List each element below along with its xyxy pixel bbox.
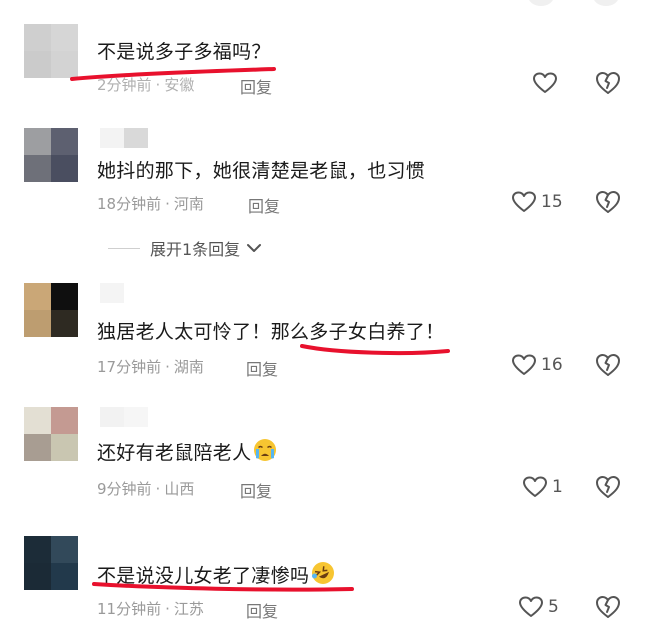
avatar-mosaic-block bbox=[24, 407, 51, 434]
expand-replies-label: 展开1条回复 bbox=[150, 240, 241, 259]
avatar[interactable] bbox=[24, 536, 78, 590]
heart-outline-icon bbox=[533, 72, 557, 93]
comment-text-content: 还好有老鼠陪老人 bbox=[97, 442, 252, 464]
like-count: 1 bbox=[552, 477, 563, 497]
broken-heart-icon bbox=[596, 354, 620, 376]
avatar-mosaic-block bbox=[24, 310, 51, 337]
mosaic-block bbox=[100, 128, 124, 148]
avatar-mosaic-block bbox=[24, 51, 51, 78]
comment-time: 18分钟前 bbox=[97, 195, 162, 213]
meta-separator: · bbox=[165, 358, 170, 376]
comment-time: 17分钟前 bbox=[97, 358, 162, 376]
reply-button[interactable]: 回复 bbox=[240, 74, 272, 98]
heart-outline-icon bbox=[519, 596, 543, 617]
avatar-mosaic-block bbox=[51, 51, 78, 78]
meta-separator: · bbox=[165, 195, 170, 213]
comment-text-part-highlighted: 那么多子女白养了！ bbox=[270, 321, 445, 343]
avatar[interactable] bbox=[24, 24, 78, 78]
comment-meta: 18分钟前 · 河南 bbox=[97, 193, 204, 214]
like-button[interactable] bbox=[532, 70, 562, 96]
avatar-mosaic-block bbox=[51, 155, 78, 182]
avatar-mosaic-block bbox=[51, 128, 78, 155]
broken-heart-icon bbox=[596, 596, 620, 618]
username-mosaic bbox=[100, 407, 148, 427]
reply-button[interactable]: 回复 bbox=[246, 598, 278, 622]
avatar-mosaic-block bbox=[24, 536, 51, 563]
comment-text: 她抖的那下，她很清楚是老鼠，也习惯 bbox=[97, 160, 426, 182]
comment-location: 山西 bbox=[164, 480, 195, 498]
comment-time: 2分钟前 bbox=[97, 76, 152, 94]
broken-heart-icon bbox=[596, 191, 620, 213]
avatar[interactable] bbox=[24, 283, 78, 337]
like-count: 5 bbox=[548, 597, 559, 617]
broken-heart-icon bbox=[596, 476, 620, 498]
avatar-mosaic-block bbox=[51, 407, 78, 434]
avatar-mosaic-block bbox=[51, 310, 78, 337]
avatar-mosaic-block bbox=[24, 24, 51, 51]
avatar-mosaic-block bbox=[51, 434, 78, 461]
like-count: 16 bbox=[541, 355, 563, 375]
avatar-mosaic-block bbox=[24, 155, 51, 182]
mosaic-block bbox=[124, 407, 148, 427]
comment-time: 9分钟前 bbox=[97, 480, 152, 498]
comment-meta: 2分钟前 · 安徽 bbox=[97, 74, 194, 95]
comment-text: 不是说没儿女老了凄惨吗 bbox=[97, 561, 335, 588]
avatar-mosaic-block bbox=[51, 563, 78, 590]
like-button[interactable]: 15 bbox=[511, 189, 563, 215]
comment-meta: 11分钟前 · 江苏 bbox=[97, 598, 204, 619]
heart-outline-icon bbox=[512, 191, 536, 212]
dislike-button[interactable] bbox=[594, 594, 622, 620]
expand-replies-button[interactable]: 展开1条回复 bbox=[108, 236, 262, 260]
comment-meta: 17分钟前 · 湖南 bbox=[97, 356, 204, 377]
dislike-button[interactable] bbox=[594, 189, 622, 215]
dislike-button[interactable] bbox=[594, 352, 622, 378]
broken-heart-icon bbox=[596, 72, 620, 94]
comment-meta: 9分钟前 · 山西 bbox=[97, 478, 194, 499]
divider-line bbox=[108, 247, 140, 249]
dislike-button[interactable] bbox=[594, 70, 622, 96]
reply-button[interactable]: 回复 bbox=[248, 193, 280, 217]
meta-separator: · bbox=[155, 76, 161, 94]
comment-text-part: 独居老人太可怜了！ bbox=[97, 321, 271, 343]
comment-time: 11分钟前 bbox=[97, 600, 162, 618]
mosaic-block bbox=[124, 128, 148, 148]
username-mosaic bbox=[100, 128, 148, 148]
avatar-mosaic-block bbox=[24, 128, 51, 155]
comment-location: 湖南 bbox=[173, 358, 204, 376]
top-dislike-remnant bbox=[593, 0, 619, 6]
comment-text: 还好有老鼠陪老人 bbox=[97, 438, 277, 465]
avatar-mosaic-block bbox=[51, 283, 78, 310]
comment-location: 河南 bbox=[173, 195, 204, 213]
avatar-mosaic-block bbox=[24, 434, 51, 461]
like-button[interactable]: 1 bbox=[522, 474, 563, 500]
top-like-remnant bbox=[528, 0, 554, 6]
comment-location: 安徽 bbox=[164, 76, 195, 94]
reply-button[interactable]: 回复 bbox=[240, 478, 272, 502]
dislike-button[interactable] bbox=[594, 474, 622, 500]
avatar-mosaic-block bbox=[51, 536, 78, 563]
like-button[interactable]: 16 bbox=[511, 352, 563, 378]
chevron-down-icon bbox=[247, 244, 262, 252]
mosaic-block bbox=[100, 283, 124, 303]
username-mosaic bbox=[100, 283, 124, 303]
avatar-mosaic-block bbox=[51, 24, 78, 51]
comment-text: 不是说多子多福吗？ bbox=[97, 41, 271, 63]
avatar[interactable] bbox=[24, 407, 78, 461]
comment-text-content: 不是说没儿女老了凄惨吗 bbox=[97, 565, 310, 587]
like-count: 15 bbox=[541, 192, 563, 212]
comment-text: 独居老人太可怜了！那么多子女白养了！ bbox=[97, 317, 444, 344]
meta-separator: · bbox=[155, 480, 161, 498]
mosaic-block bbox=[100, 407, 124, 427]
avatar-mosaic-block bbox=[24, 283, 51, 310]
like-button[interactable]: 5 bbox=[518, 594, 559, 620]
rolling-laughing-emoji-icon bbox=[312, 562, 335, 584]
meta-separator: · bbox=[165, 600, 170, 618]
heart-outline-icon bbox=[512, 354, 536, 375]
heart-outline-icon bbox=[523, 476, 547, 497]
crying-face-emoji-icon bbox=[254, 439, 277, 461]
avatar[interactable] bbox=[24, 128, 78, 182]
reply-button[interactable]: 回复 bbox=[246, 356, 278, 380]
avatar-mosaic-block bbox=[24, 563, 51, 590]
comment-location: 江苏 bbox=[173, 600, 204, 618]
